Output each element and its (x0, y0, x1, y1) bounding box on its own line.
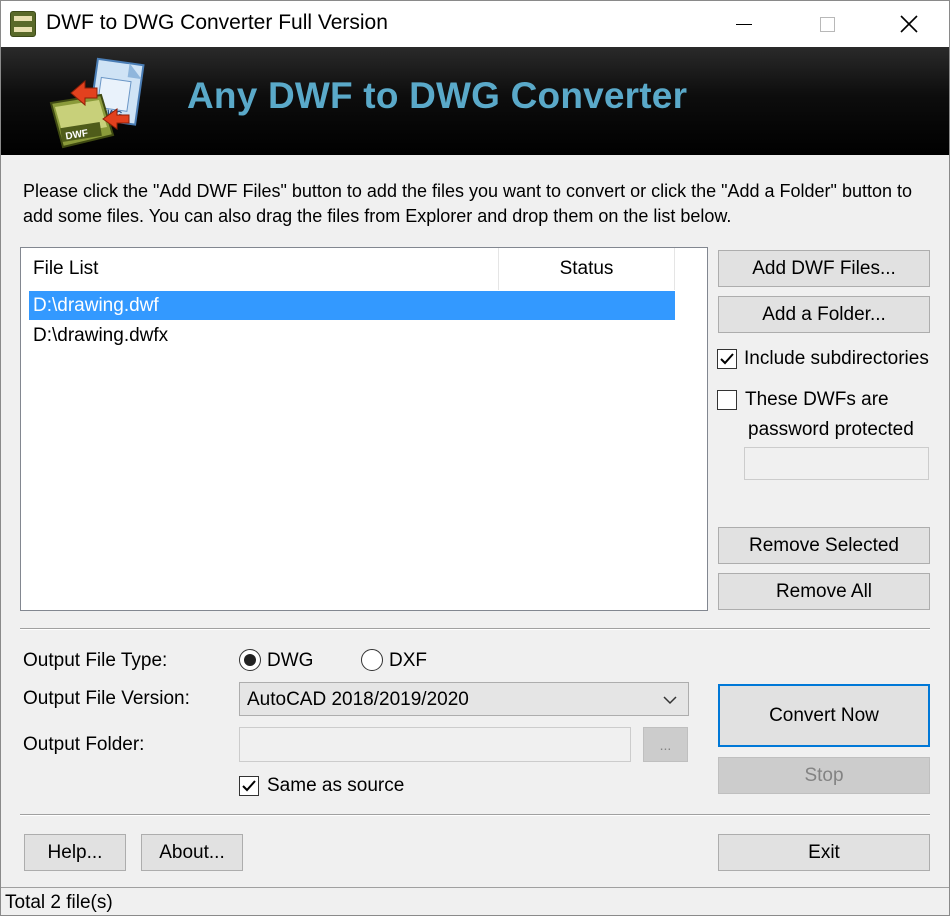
add-folder-button[interactable]: Add a Folder... (718, 296, 930, 333)
close-button[interactable] (869, 1, 949, 47)
output-folder-input (239, 727, 631, 762)
include-subdirectories-checkbox[interactable] (717, 349, 737, 369)
output-folder-label: Output Folder: (23, 734, 145, 755)
converter-logo-icon: DWG DWF (49, 57, 145, 149)
maximize-icon (819, 16, 835, 32)
help-button[interactable]: Help... (24, 834, 126, 871)
file-row-name: D:\drawing.dwf (33, 295, 159, 316)
status-text: Total 2 file(s) (5, 892, 113, 913)
same-as-source-checkbox[interactable] (239, 776, 259, 796)
status-bar: Total 2 file(s) (1, 887, 949, 915)
exit-button[interactable]: Exit (718, 834, 930, 871)
file-row-name: D:\drawing.dwfx (33, 325, 169, 346)
file-row[interactable]: D:\drawing.dwf (29, 291, 675, 320)
output-file-version-label: Output File Version: (23, 688, 190, 709)
minimize-button[interactable] (704, 1, 784, 47)
include-subdirectories-label[interactable]: Include subdirectories (744, 348, 929, 370)
dwg-radio-label[interactable]: DWG (267, 650, 313, 672)
title-bar: DWF to DWG Converter Full Version (1, 1, 949, 47)
column-header-status[interactable]: Status (499, 248, 675, 290)
file-list-header: File List Status (21, 248, 707, 290)
output-version-select[interactable]: AutoCAD 2018/2019/2020 (239, 682, 689, 716)
password-protected-label-line1[interactable]: These DWFs are (745, 389, 889, 411)
remove-all-button[interactable]: Remove All (718, 573, 930, 610)
column-header-file-list[interactable]: File List (21, 248, 499, 290)
browse-folder-button: ... (643, 727, 688, 762)
dxf-radio-label[interactable]: DXF (389, 650, 427, 672)
close-icon (900, 15, 918, 33)
separator (20, 814, 930, 816)
output-file-type-label: Output File Type: (23, 650, 168, 671)
about-button[interactable]: About... (141, 834, 243, 871)
header-banner: DWG DWF Any DWF to DWG Converter (1, 47, 949, 155)
dxf-radio[interactable] (361, 649, 383, 671)
file-list[interactable]: File List Status D:\drawing.dwf D:\drawi… (20, 247, 708, 611)
chevron-down-icon (663, 696, 677, 705)
radio-selected-dot-icon (244, 654, 256, 666)
remove-selected-button[interactable]: Remove Selected (718, 527, 930, 564)
minimize-icon (736, 23, 752, 25)
dwg-radio[interactable] (239, 649, 261, 671)
instructions-text: Please click the "Add DWF Files" button … (23, 181, 912, 226)
file-row[interactable]: D:\drawing.dwfx (29, 321, 675, 350)
convert-now-button[interactable]: Convert Now (718, 684, 930, 747)
password-input (744, 447, 929, 480)
output-version-value: AutoCAD 2018/2019/2020 (247, 689, 469, 710)
password-protected-label-line2[interactable]: password protected (748, 419, 914, 441)
maximize-button (787, 1, 867, 47)
stop-button: Stop (718, 757, 930, 794)
checkmark-icon (720, 353, 734, 365)
checkmark-icon (242, 780, 256, 792)
password-protected-checkbox[interactable] (717, 390, 737, 410)
same-as-source-label[interactable]: Same as source (267, 775, 404, 797)
separator (20, 628, 930, 630)
add-dwf-files-button[interactable]: Add DWF Files... (718, 250, 930, 287)
app-window: DWF to DWG Converter Full Version DWG (0, 0, 950, 916)
banner-title: Any DWF to DWG Converter (187, 75, 688, 116)
window-title: DWF to DWG Converter Full Version (46, 11, 388, 34)
app-icon (10, 11, 36, 37)
